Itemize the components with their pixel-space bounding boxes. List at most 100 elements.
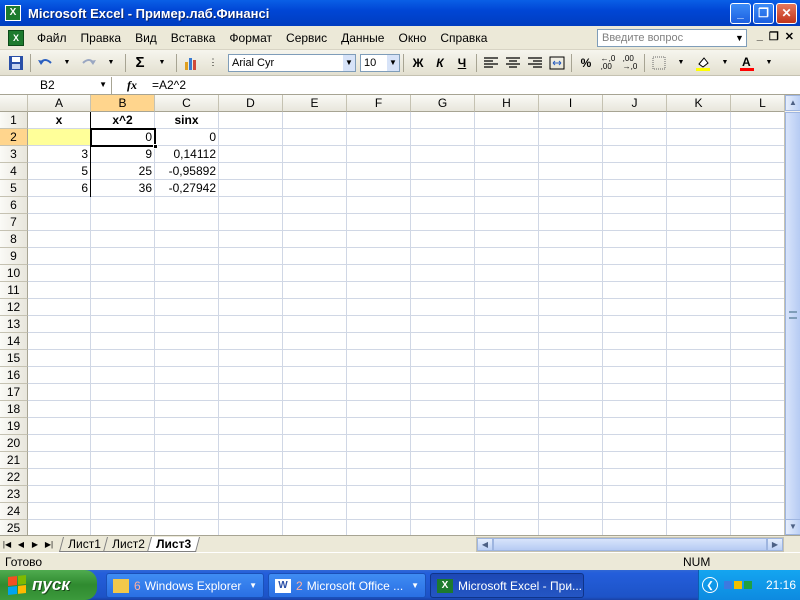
vertical-scrollbar[interactable]: ▲ ▼	[784, 95, 800, 535]
column-header-b[interactable]: B	[91, 95, 155, 112]
cell-i20[interactable]	[539, 435, 603, 452]
cell-b15[interactable]	[91, 350, 155, 367]
cell-e19[interactable]	[283, 418, 347, 435]
cell-b11[interactable]	[91, 282, 155, 299]
row-header-5[interactable]: 5	[0, 180, 28, 197]
autosum-button[interactable]: Σ	[130, 53, 150, 73]
row-header-9[interactable]: 9	[0, 248, 28, 265]
cell-b24[interactable]	[91, 503, 155, 520]
cell-k3[interactable]	[667, 146, 731, 163]
chevron-down-icon[interactable]: ▼	[735, 29, 744, 47]
cell-c11[interactable]	[155, 282, 219, 299]
cell-d25[interactable]	[219, 520, 283, 535]
cell-a15[interactable]	[28, 350, 91, 367]
row-header-16[interactable]: 16	[0, 367, 28, 384]
redo-dropdown-icon[interactable]: ▼	[101, 53, 121, 73]
sheet-tab-2[interactable]: Лист2	[102, 536, 154, 552]
cell-f13[interactable]	[347, 316, 411, 333]
cell-g12[interactable]	[411, 299, 475, 316]
merge-center-icon[interactable]	[547, 53, 567, 73]
taskbar-button-excel[interactable]: X Microsoft Excel - При...	[430, 573, 584, 598]
cell-f3[interactable]	[347, 146, 411, 163]
cell-i23[interactable]	[539, 486, 603, 503]
cell-k16[interactable]	[667, 367, 731, 384]
cell-l1[interactable]	[731, 112, 784, 129]
cell-d5[interactable]	[219, 180, 283, 197]
cell-f4[interactable]	[347, 163, 411, 180]
cell-g5[interactable]	[411, 180, 475, 197]
insert-function-button[interactable]: fx	[112, 78, 152, 93]
align-left-icon[interactable]	[481, 53, 501, 73]
cell-e24[interactable]	[283, 503, 347, 520]
cell-l5[interactable]	[731, 180, 784, 197]
cell-j7[interactable]	[603, 214, 667, 231]
cell-j15[interactable]	[603, 350, 667, 367]
cell-d20[interactable]	[219, 435, 283, 452]
cell-c20[interactable]	[155, 435, 219, 452]
chart-wizard-icon[interactable]	[181, 53, 201, 73]
cell-a16[interactable]	[28, 367, 91, 384]
cell-k17[interactable]	[667, 384, 731, 401]
cell-j22[interactable]	[603, 469, 667, 486]
cell-f2[interactable]	[347, 129, 411, 146]
menu-view[interactable]: Вид	[128, 29, 164, 47]
prev-sheet-icon[interactable]: ◀	[14, 540, 28, 549]
cell-d10[interactable]	[219, 265, 283, 282]
cell-l7[interactable]	[731, 214, 784, 231]
row-header-1[interactable]: 1	[0, 112, 28, 129]
cell-h14[interactable]	[475, 333, 539, 350]
cell-a20[interactable]	[28, 435, 91, 452]
column-header-c[interactable]: C	[155, 95, 219, 112]
cell-h7[interactable]	[475, 214, 539, 231]
cell-k10[interactable]	[667, 265, 731, 282]
cell-k1[interactable]	[667, 112, 731, 129]
cell-c13[interactable]	[155, 316, 219, 333]
cell-e20[interactable]	[283, 435, 347, 452]
cell-b20[interactable]	[91, 435, 155, 452]
cell-k18[interactable]	[667, 401, 731, 418]
cell-d19[interactable]	[219, 418, 283, 435]
cell-k21[interactable]	[667, 452, 731, 469]
last-sheet-icon[interactable]: ▶|	[42, 540, 56, 549]
cell-e23[interactable]	[283, 486, 347, 503]
menu-edit[interactable]: Правка	[74, 29, 129, 47]
cell-b19[interactable]	[91, 418, 155, 435]
cell-c23[interactable]	[155, 486, 219, 503]
column-header-a[interactable]: A	[28, 95, 91, 112]
cell-i16[interactable]	[539, 367, 603, 384]
cell-f19[interactable]	[347, 418, 411, 435]
cell-i8[interactable]	[539, 231, 603, 248]
row-header-12[interactable]: 12	[0, 299, 28, 316]
cell-l8[interactable]	[731, 231, 784, 248]
cell-c17[interactable]	[155, 384, 219, 401]
cell-e25[interactable]	[283, 520, 347, 535]
scroll-up-icon[interactable]: ▲	[785, 95, 800, 111]
cell-d14[interactable]	[219, 333, 283, 350]
cell-d1[interactable]	[219, 112, 283, 129]
cell-f10[interactable]	[347, 265, 411, 282]
cell-a17[interactable]	[28, 384, 91, 401]
row-header-15[interactable]: 15	[0, 350, 28, 367]
cell-a19[interactable]	[28, 418, 91, 435]
cell-k15[interactable]	[667, 350, 731, 367]
cell-i9[interactable]	[539, 248, 603, 265]
security-icon[interactable]	[744, 581, 752, 589]
cell-l23[interactable]	[731, 486, 784, 503]
cell-c24[interactable]	[155, 503, 219, 520]
cell-c15[interactable]	[155, 350, 219, 367]
cell-i18[interactable]	[539, 401, 603, 418]
cell-i17[interactable]	[539, 384, 603, 401]
sheet-tab-3[interactable]: Лист3	[146, 536, 200, 552]
column-header-k[interactable]: K	[667, 95, 731, 112]
cell-e21[interactable]	[283, 452, 347, 469]
horizontal-scroll-thumb[interactable]	[493, 538, 767, 551]
borders-icon[interactable]	[649, 53, 669, 73]
cell-k25[interactable]	[667, 520, 731, 535]
cell-l18[interactable]	[731, 401, 784, 418]
cell-a23[interactable]	[28, 486, 91, 503]
cell-d4[interactable]	[219, 163, 283, 180]
cell-c21[interactable]	[155, 452, 219, 469]
cell-h20[interactable]	[475, 435, 539, 452]
cell-h6[interactable]	[475, 197, 539, 214]
italic-button[interactable]: К	[430, 53, 450, 73]
